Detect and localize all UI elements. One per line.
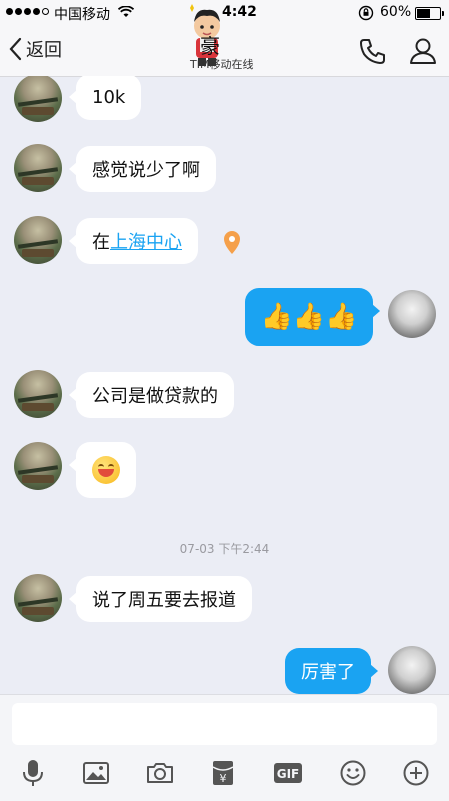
message-text: 厉害了 bbox=[301, 662, 355, 683]
wifi-icon bbox=[118, 6, 134, 17]
my-avatar[interactable] bbox=[388, 646, 436, 694]
thumbs-up-emoji: 👍👍👍 bbox=[260, 302, 358, 332]
svg-text:¥: ¥ bbox=[220, 772, 227, 785]
phone-icon[interactable] bbox=[358, 36, 388, 66]
message-bubble[interactable] bbox=[69, 442, 136, 498]
battery-icon bbox=[415, 7, 444, 20]
signal-strength-icon bbox=[6, 8, 49, 15]
profile-icon[interactable] bbox=[408, 36, 438, 66]
chat-title: 豪 bbox=[200, 34, 220, 58]
message-text: 在 bbox=[92, 232, 110, 253]
chevron-left-icon bbox=[9, 37, 22, 61]
message-list[interactable]: 10k 感觉说少了啊 在 上海中心 👍👍👍 公司是做贷款的 07-03 下午2:… bbox=[0, 76, 449, 694]
message-bubble[interactable]: 感觉说少了啊 bbox=[69, 146, 216, 192]
red-packet-icon[interactable]: ¥ bbox=[208, 759, 238, 787]
battery-percent: 60% bbox=[380, 4, 412, 20]
image-icon[interactable] bbox=[81, 759, 111, 787]
location-pin-icon[interactable] bbox=[222, 230, 242, 256]
message-bubble-outgoing[interactable]: 👍👍👍 bbox=[245, 288, 380, 346]
back-label: 返回 bbox=[26, 40, 62, 61]
message-text: 感觉说少了啊 bbox=[92, 160, 200, 181]
gif-icon[interactable]: GIF bbox=[273, 759, 303, 787]
contact-avatar[interactable] bbox=[14, 442, 62, 490]
location-link[interactable]: 上海中心 bbox=[110, 228, 182, 254]
contact-avatar[interactable] bbox=[14, 76, 62, 122]
emoji-icon[interactable] bbox=[338, 759, 368, 787]
message-bubble[interactable]: 说了周五要去报道 bbox=[69, 576, 252, 622]
message-bubble-outgoing[interactable]: 厉害了 bbox=[285, 648, 378, 694]
plus-icon[interactable] bbox=[401, 759, 431, 787]
contact-avatar[interactable] bbox=[14, 370, 62, 418]
carrier-name: 中国移动 bbox=[54, 7, 110, 23]
message-input[interactable] bbox=[12, 703, 437, 745]
contact-avatar[interactable] bbox=[14, 574, 62, 622]
my-avatar[interactable] bbox=[388, 290, 436, 338]
input-bar: ¥ GIF bbox=[0, 694, 449, 801]
message-text: 10k bbox=[92, 86, 126, 108]
back-button[interactable]: 返回 bbox=[8, 36, 62, 62]
message-timestamp: 07-03 下午2:44 bbox=[179, 542, 270, 556]
contact-avatar[interactable] bbox=[14, 144, 62, 192]
message-text: 公司是做贷款的 bbox=[92, 386, 218, 407]
message-text: 说了周五要去报道 bbox=[92, 590, 236, 611]
grin-face-icon bbox=[92, 456, 120, 484]
input-toolbar: ¥ GIF bbox=[0, 753, 449, 793]
svg-text:GIF: GIF bbox=[277, 767, 300, 781]
message-bubble[interactable]: 公司是做贷款的 bbox=[69, 372, 234, 418]
orientation-lock-icon bbox=[358, 5, 374, 21]
online-status: TIM移动在线 bbox=[190, 58, 254, 71]
message-bubble[interactable]: 在 上海中心 bbox=[69, 218, 198, 264]
contact-avatar[interactable] bbox=[14, 216, 62, 264]
message-bubble[interactable]: 10k bbox=[68, 76, 142, 120]
camera-icon[interactable] bbox=[145, 759, 175, 787]
microphone-icon[interactable] bbox=[18, 759, 48, 787]
